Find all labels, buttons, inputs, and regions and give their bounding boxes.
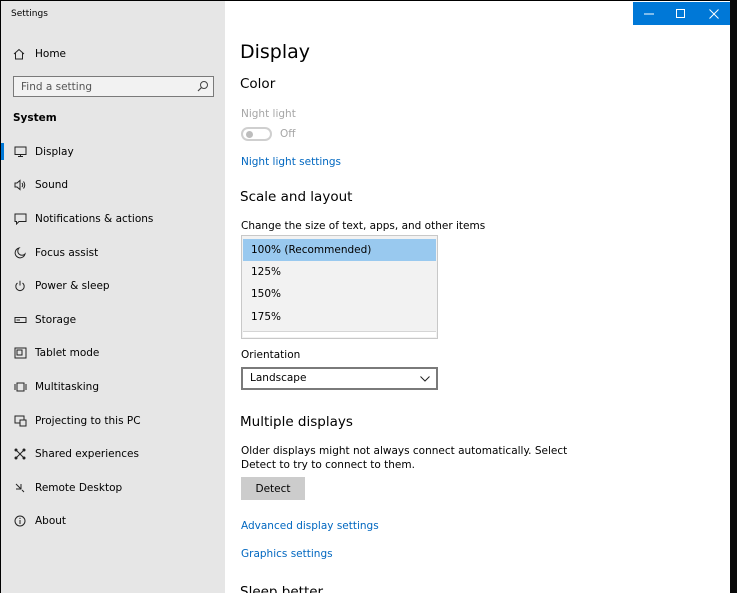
scale-option-175[interactable]: 175% [243, 306, 436, 328]
sidebar-item-multitasking[interactable]: Multitasking [1, 370, 225, 404]
sidebar-item-notifications[interactable]: Notifications & actions [1, 202, 225, 236]
graphics-settings-link[interactable]: Graphics settings [241, 548, 333, 560]
maximize-icon [676, 9, 685, 18]
orientation-value: Landscape [250, 372, 307, 384]
detect-button[interactable]: Detect [241, 477, 305, 500]
notification-icon [13, 212, 27, 226]
projecting-icon [13, 414, 27, 428]
sidebar-item-label: Storage [35, 313, 77, 326]
page-title: Display [240, 41, 311, 63]
sidebar-item-display[interactable]: Display [1, 135, 225, 169]
sleep-better-heading: Sleep better [240, 584, 324, 593]
info-icon [13, 514, 27, 528]
sidebar-item-label: Sound [35, 179, 69, 192]
minimize-icon [644, 13, 654, 15]
scale-option-150[interactable]: 150% [243, 283, 436, 305]
moon-icon [13, 246, 27, 260]
night-light-toggle[interactable] [241, 127, 272, 141]
sidebar-item-projecting[interactable]: Projecting to this PC [1, 404, 225, 438]
sidebar: Settings Home System Display Sound [1, 1, 225, 593]
speaker-icon [13, 178, 27, 192]
caption-buttons [633, 2, 730, 25]
sidebar-item-label: Projecting to this PC [35, 414, 141, 427]
sidebar-item-label: Tablet mode [35, 347, 100, 360]
shared-experiences-icon [13, 447, 27, 461]
orientation-label: Orientation [241, 349, 301, 361]
search-input[interactable] [14, 77, 194, 96]
monitor-icon [13, 145, 27, 159]
advanced-display-settings-link[interactable]: Advanced display settings [241, 520, 379, 532]
scale-option-125[interactable]: 125% [243, 261, 436, 283]
multitasking-icon [13, 380, 27, 394]
power-icon [13, 279, 27, 293]
scale-option-100[interactable]: 100% (Recommended) [243, 239, 436, 261]
minimize-button[interactable] [633, 2, 665, 25]
sidebar-item-label: Display [35, 145, 74, 158]
search-icon[interactable] [197, 80, 209, 95]
night-light-settings-link[interactable]: Night light settings [241, 156, 341, 168]
scale-description: Change the size of text, apps, and other… [241, 220, 486, 232]
sidebar-item-remote-desktop[interactable]: Remote Desktop [1, 471, 225, 505]
scale-dropdown-list[interactable]: 100% (Recommended) 125% 150% 175% [241, 235, 438, 339]
home-label: Home [35, 48, 67, 60]
sidebar-item-storage[interactable]: Storage [1, 303, 225, 337]
remote-desktop-icon [13, 481, 27, 495]
sidebar-item-power-sleep[interactable]: Power & sleep [1, 269, 225, 303]
night-light-label: Night light [241, 108, 296, 120]
sidebar-item-about[interactable]: About [1, 505, 225, 539]
maximize-button[interactable] [665, 2, 697, 25]
window-title: Settings [11, 9, 48, 19]
window-edge [730, 0, 737, 593]
color-heading: Color [240, 76, 276, 92]
home-icon [13, 47, 27, 61]
sidebar-item-shared-experiences[interactable]: Shared experiences [1, 437, 225, 471]
sidebar-item-label: Power & sleep [35, 280, 110, 293]
close-icon [709, 9, 719, 19]
home-link[interactable]: Home [13, 46, 66, 62]
multiple-displays-heading: Multiple displays [240, 414, 353, 430]
sidebar-item-focus-assist[interactable]: Focus assist [1, 236, 225, 270]
multiple-displays-desc-2: Detect to try to connect to them. [241, 459, 415, 471]
sidebar-item-tablet-mode[interactable]: Tablet mode [1, 337, 225, 371]
storage-icon [13, 313, 27, 327]
sidebar-item-label: Focus assist [35, 246, 99, 259]
sidebar-item-label: Remote Desktop [35, 481, 123, 494]
search-box[interactable] [13, 76, 214, 97]
sidebar-item-label: Shared experiences [35, 448, 139, 461]
settings-window: Settings Home System Display Sound [0, 0, 737, 593]
dropdown-underlying-field [243, 331, 436, 337]
main-content: Display Color Night light Off Night ligh… [225, 1, 730, 593]
scale-heading: Scale and layout [240, 189, 353, 205]
orientation-select[interactable]: Landscape [241, 367, 438, 390]
chevron-down-icon [420, 376, 430, 382]
toggle-state: Off [280, 128, 296, 140]
multiple-displays-desc-1: Older displays might not always connect … [241, 445, 568, 457]
section-label: System [13, 112, 57, 124]
toggle-knob [246, 131, 253, 138]
sidebar-item-label: Notifications & actions [35, 212, 154, 225]
tablet-icon [13, 346, 27, 360]
sidebar-item-label: About [35, 515, 67, 528]
close-button[interactable] [698, 2, 730, 25]
sidebar-item-label: Multitasking [35, 380, 100, 393]
nav-list: Display Sound Notifications & actions Fo… [1, 135, 225, 538]
sidebar-item-sound[interactable]: Sound [1, 169, 225, 203]
